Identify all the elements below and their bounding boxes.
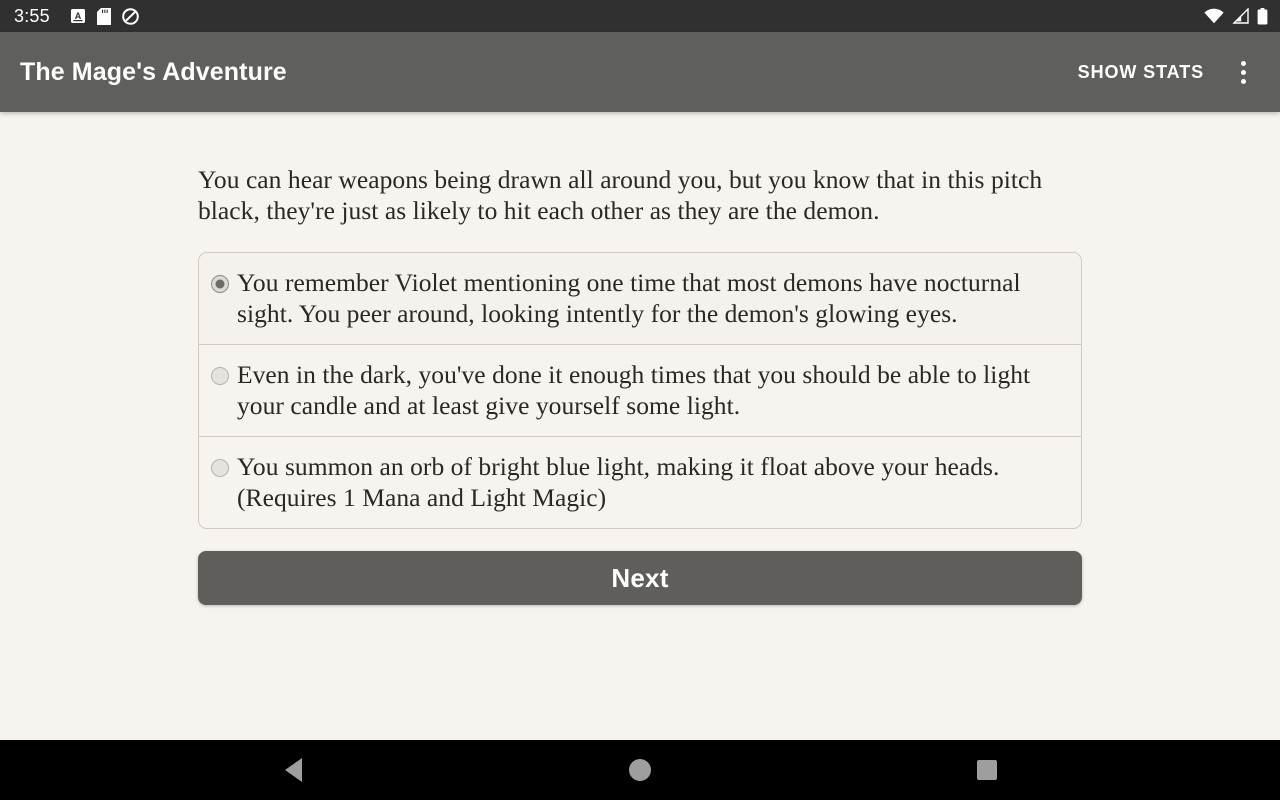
radio-button-2[interactable] <box>211 367 229 385</box>
status-clock: 3:55 <box>14 6 50 26</box>
option-label-2: Even in the dark, you've done it enough … <box>237 360 1031 420</box>
next-button[interactable]: Next <box>198 551 1082 605</box>
font-size-a-icon: A <box>70 8 86 24</box>
app-title: The Mage's Adventure <box>20 57 287 86</box>
battery-icon <box>1257 7 1268 25</box>
option-row-3[interactable]: You summon an orb of bright blue light, … <box>199 437 1081 528</box>
option-row-2[interactable]: Even in the dark, you've done it enough … <box>199 345 1081 437</box>
phone-screen: 3:55 A The Mage's Adventure SHOW STATS Y… <box>0 0 1280 800</box>
show-stats-button[interactable]: SHOW STATS <box>1066 52 1216 93</box>
option-label-3: You summon an orb of bright blue light, … <box>237 452 1000 512</box>
radio-button-1[interactable] <box>211 275 229 293</box>
options-card: You remember Violet mentioning one time … <box>198 252 1082 529</box>
sd-card-icon <box>96 7 111 25</box>
recents-square <box>976 760 997 780</box>
more-vert-dot <box>1240 60 1246 66</box>
more-vert-dot <box>1240 69 1246 75</box>
content-area: You can hear weapons being drawn all aro… <box>0 112 1280 740</box>
wifi-icon <box>1204 8 1224 24</box>
content-inner: You can hear weapons being drawn all aro… <box>198 112 1082 605</box>
status-bar: 3:55 A <box>0 0 1280 32</box>
back-nav-icon[interactable] <box>253 740 333 800</box>
option-row-1[interactable]: You remember Violet mentioning one time … <box>199 253 1081 345</box>
app-bar: The Mage's Adventure SHOW STATS <box>0 32 1280 112</box>
radio-button-3[interactable] <box>211 459 229 477</box>
status-left-icons: A <box>70 7 139 25</box>
more-vert-icon[interactable] <box>1220 49 1266 95</box>
story-prompt: You can hear weapons being drawn all aro… <box>198 165 1043 225</box>
home-nav-icon[interactable] <box>600 740 680 800</box>
status-right-icons <box>1204 7 1268 25</box>
back-triangle <box>284 758 302 782</box>
svg-text:A: A <box>75 11 82 21</box>
cellular-signal-icon <box>1232 7 1249 24</box>
recents-nav-icon[interactable] <box>947 740 1027 800</box>
more-vert-dot <box>1240 78 1246 84</box>
option-label-1: You remember Violet mentioning one time … <box>237 268 1021 328</box>
home-circle <box>628 759 651 781</box>
android-nav-bar <box>0 740 1280 800</box>
do-not-disturb-icon <box>122 7 139 25</box>
